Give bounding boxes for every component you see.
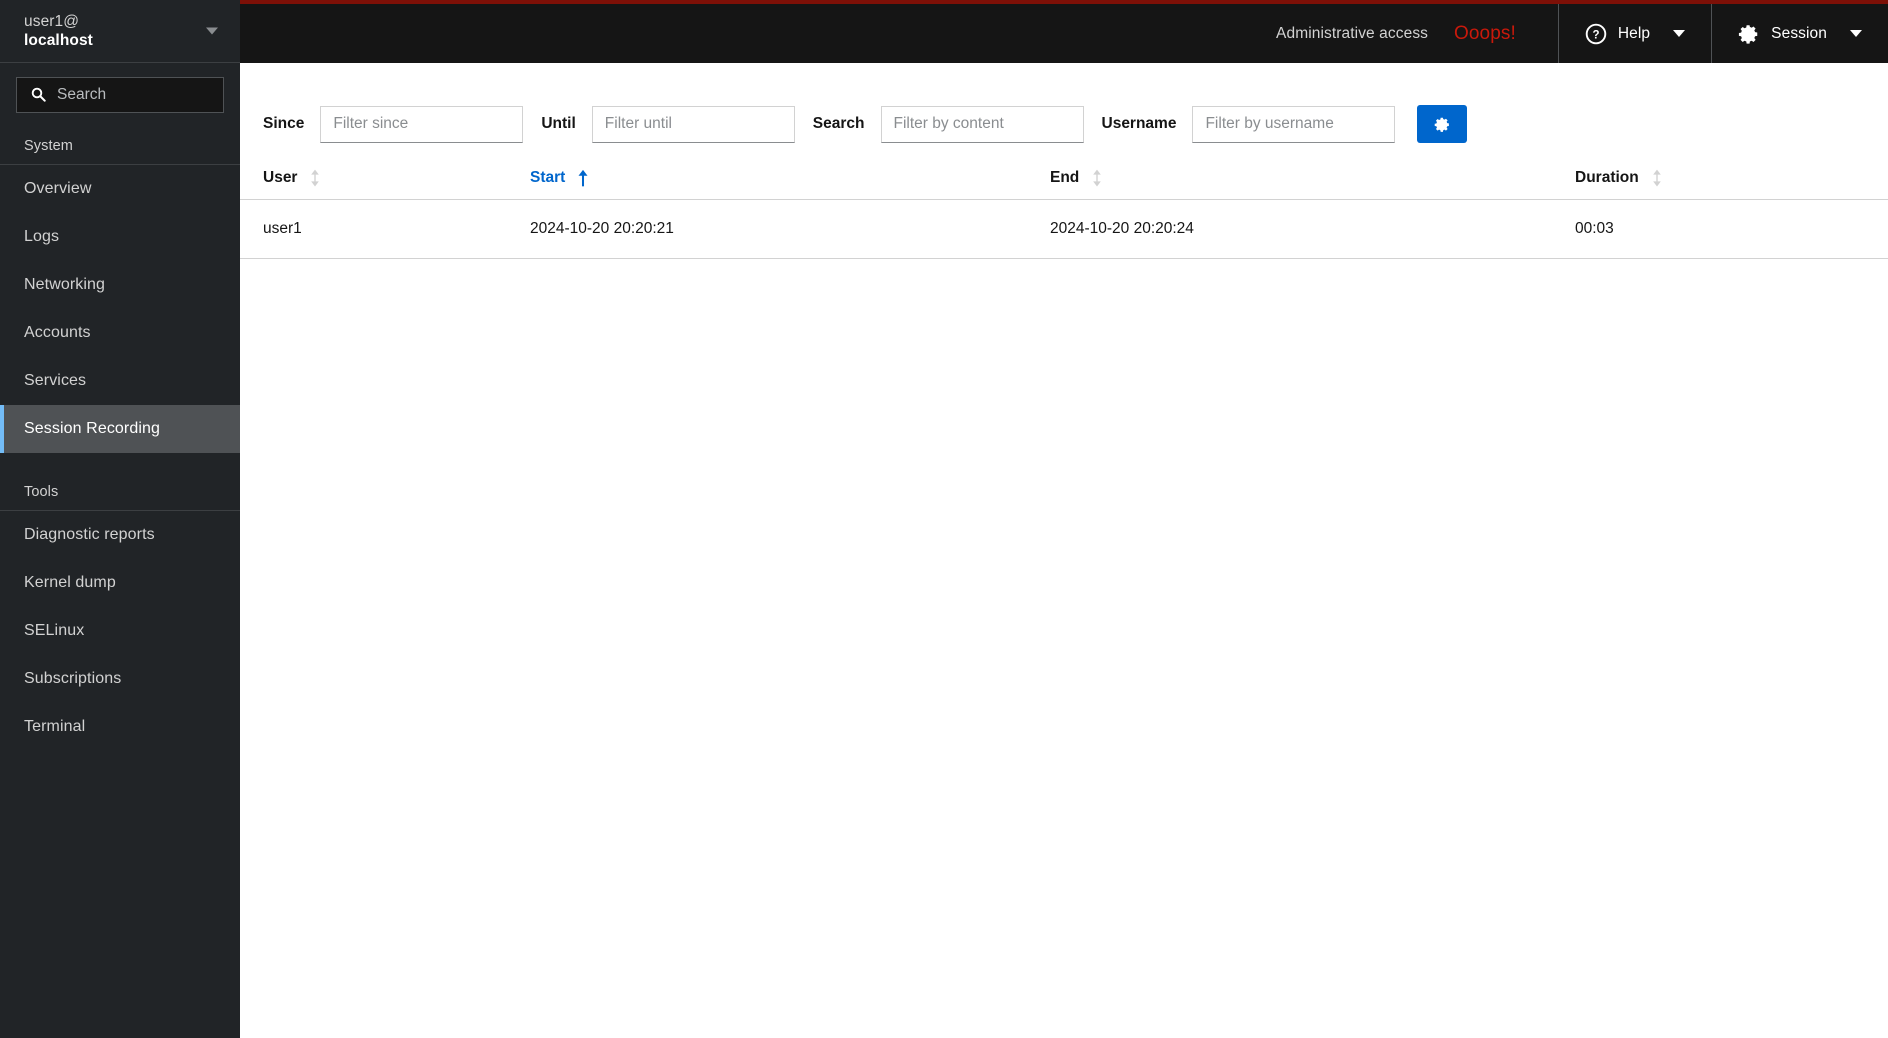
sort-asc-icon <box>578 169 588 187</box>
sidebar-item-diagnostic-reports[interactable]: Diagnostic reports <box>0 511 240 559</box>
help-label: Help <box>1617 24 1651 42</box>
column-header-end[interactable]: End <box>1050 157 1575 200</box>
filter-search-group: Search <box>812 105 1084 143</box>
sidebar-item-label: Session Recording <box>24 420 160 437</box>
administrative-access-label: Administrative access <box>1276 24 1429 42</box>
cell-end: 2024-10-20 20:20:24 <box>1050 199 1575 259</box>
sort-both-icon <box>311 169 320 187</box>
sidebar: user1@ localhost System Overview Logs <box>0 0 240 1038</box>
host-switcher[interactable]: user1@ localhost <box>0 0 240 63</box>
sidebar-item-label: SELinux <box>24 622 85 639</box>
cell-user: user1 <box>240 199 530 259</box>
sidebar-item-overview[interactable]: Overview <box>0 165 240 213</box>
table-row[interactable]: user1 2024-10-20 20:20:21 2024-10-20 20:… <box>240 199 1888 259</box>
since-input[interactable] <box>320 105 524 143</box>
sidebar-item-kernel-dump[interactable]: Kernel dump <box>0 559 240 607</box>
help-button[interactable]: ? Help <box>1557 4 1711 63</box>
host-user: user1@ <box>24 12 80 30</box>
username-label: Username <box>1101 115 1177 132</box>
sidebar-item-services[interactable]: Services <box>0 357 240 405</box>
sidebar-item-subscriptions[interactable]: Subscriptions <box>0 655 240 703</box>
host-machine: localhost <box>24 32 93 49</box>
sidebar-item-label: Services <box>24 372 87 389</box>
sidebar-item-label: Subscriptions <box>24 670 122 687</box>
nav-group-title-system: System <box>24 138 73 154</box>
chevron-down-icon <box>206 27 218 35</box>
sidebar-item-selinux[interactable]: SELinux <box>0 607 240 655</box>
sidebar-item-label: Diagnostic reports <box>24 526 155 543</box>
toolbar-settings-button[interactable] <box>1417 105 1468 143</box>
until-label: Until <box>541 115 576 132</box>
search-icon <box>31 87 46 102</box>
column-header-end-inner[interactable]: End <box>1050 169 1103 187</box>
sort-both-icon <box>1093 169 1102 187</box>
search-label: Search <box>812 115 865 132</box>
username-input[interactable] <box>1192 105 1396 143</box>
sidebar-item-label: Terminal <box>24 718 86 735</box>
caret-down-icon <box>1850 30 1862 37</box>
table-header-row: User Start End Duration <box>240 157 1888 200</box>
column-header-duration[interactable]: Duration <box>1575 157 1888 200</box>
sidebar-search-wrap <box>0 63 240 129</box>
host-names: user1@ localhost <box>24 12 93 51</box>
content-search-input[interactable] <box>880 105 1084 143</box>
column-header-label: Duration <box>1575 169 1639 186</box>
sidebar-item-terminal[interactable]: Terminal <box>0 703 240 751</box>
sidebar-item-label: Overview <box>24 180 92 197</box>
column-header-user[interactable]: User <box>240 157 530 200</box>
table-body: user1 2024-10-20 20:20:21 2024-10-20 20:… <box>240 199 1888 259</box>
sidebar-item-accounts[interactable]: Accounts <box>0 309 240 357</box>
column-header-label: Start <box>530 169 566 186</box>
main-area: Administrative access Ooops! ? Help Sess… <box>240 0 1888 1038</box>
since-label: Since <box>263 115 305 132</box>
column-header-label: User <box>263 169 298 186</box>
session-label: Session <box>1771 24 1827 42</box>
column-header-duration-inner[interactable]: Duration <box>1575 169 1663 187</box>
column-header-user-inner[interactable]: User <box>263 169 321 187</box>
session-button[interactable]: Session <box>1711 4 1888 63</box>
column-header-start-inner[interactable]: Start <box>530 169 589 187</box>
sidebar-item-label: Logs <box>24 228 60 245</box>
app-root: user1@ localhost System Overview Logs <box>0 0 1888 1038</box>
filter-until-group: Until <box>541 105 795 143</box>
search-input[interactable] <box>57 86 223 104</box>
sidebar-search-box[interactable] <box>16 77 224 113</box>
question-circle-icon: ? <box>1585 23 1607 44</box>
nav-list-tools: Diagnostic reports Kernel dump SELinux S… <box>0 511 240 751</box>
nav-group-title-tools: Tools <box>24 484 59 500</box>
sessions-table: User Start End Duration user1 2024-10-20… <box>240 157 1888 259</box>
sidebar-item-label: Networking <box>24 276 106 293</box>
svg-text:?: ? <box>1592 29 1599 41</box>
oops-status[interactable]: Ooops! <box>1454 4 1530 63</box>
sidebar-item-logs[interactable]: Logs <box>0 213 240 261</box>
table-head: User Start End Duration <box>240 157 1888 200</box>
column-header-label: End <box>1050 169 1080 186</box>
filter-since-group: Since <box>263 105 524 143</box>
content-area: Since Until Search Username <box>240 63 1888 1038</box>
column-header-start[interactable]: Start <box>530 157 1050 200</box>
filter-username-group: Username <box>1101 105 1396 143</box>
sidebar-item-label: Accounts <box>24 324 91 341</box>
gear-icon <box>1739 24 1758 44</box>
sidebar-item-session-recording[interactable]: Session Recording <box>0 405 240 453</box>
sort-both-icon <box>1652 169 1661 187</box>
until-input[interactable] <box>591 105 795 143</box>
top-header: Administrative access Ooops! ? Help Sess… <box>240 0 1888 63</box>
sidebar-item-label: Kernel dump <box>24 574 116 591</box>
cell-duration: 00:03 <box>1575 199 1888 259</box>
cell-start: 2024-10-20 20:20:21 <box>530 199 1050 259</box>
caret-down-icon <box>1673 30 1686 37</box>
gear-icon <box>1434 117 1449 132</box>
sidebar-item-networking[interactable]: Networking <box>0 261 240 309</box>
filter-toolbar: Since Until Search Username <box>240 63 1888 151</box>
nav-list-system: Overview Logs Networking Accounts Servic… <box>0 165 240 453</box>
